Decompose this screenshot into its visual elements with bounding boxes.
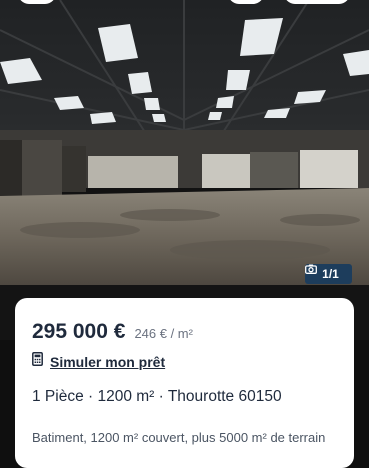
photo-counter[interactable]: 1/1	[305, 264, 352, 284]
listing-photo[interactable]: 1/1	[0, 0, 369, 340]
simulate-loan-link[interactable]: Simuler mon prêt	[32, 352, 165, 371]
warehouse-photo	[0, 0, 369, 340]
price-row: 295 000 € 246 € / m²	[32, 320, 193, 344]
listing-summary: 1 Pièce · 1200 m² · Thourotte 60150	[32, 388, 282, 405]
favorite-button[interactable]	[284, 0, 350, 4]
price: 295 000 €	[32, 320, 126, 343]
price-per-m2: 246 € / m²	[134, 326, 193, 341]
listing-card: 295 000 € 246 € / m² Simuler mon prêt 1 …	[15, 298, 354, 468]
simulate-loan-label: Simuler mon prêt	[50, 353, 166, 370]
calculator-icon	[32, 352, 43, 371]
listing-description: Batiment, 1200 m² couvert, plus 5000 m² …	[32, 430, 326, 445]
photo-counter-label: 1/1	[322, 267, 339, 281]
